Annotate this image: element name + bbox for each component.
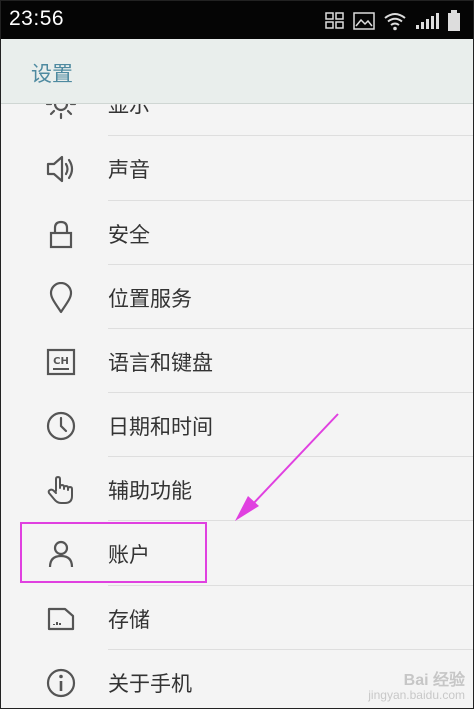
watermark: Bai 经验 jingyan.baidu.com bbox=[368, 672, 465, 703]
phone-screen: 23:56 设置 显示 声音 安全 位置服务 CH 语言和键盘 日期和时间 辅助… bbox=[0, 0, 474, 709]
annotation-arrow-icon bbox=[235, 413, 339, 521]
watermark-brand: Bai 经验 bbox=[403, 672, 465, 689]
watermark-site: jingyan.baidu.com bbox=[368, 688, 465, 702]
